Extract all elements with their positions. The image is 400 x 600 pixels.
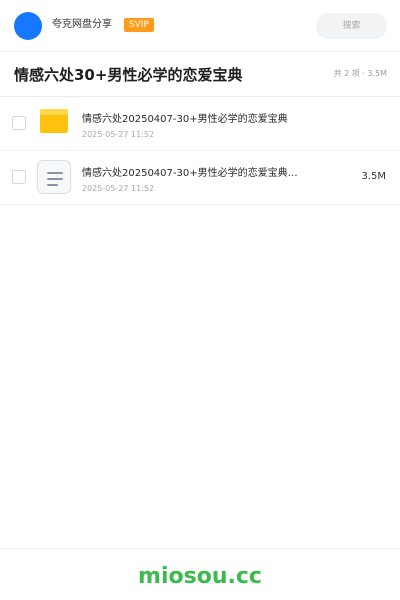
site-logo[interactable]: miosou.cc [0, 563, 400, 591]
footer: miosou.cc [0, 548, 400, 600]
share-title-bar: 情感六处30+男性必学的恋爱宝典 共 2 项 · 3.5M [0, 52, 400, 97]
doc-line-shape [47, 184, 58, 186]
list-item[interactable]: 情感六处20250407-30+男性必学的恋爱宝典 2025-05-27 11:… [0, 97, 400, 151]
document-icon [37, 160, 71, 194]
file-date: 2025-05-27 11:52 [82, 130, 155, 139]
list-item[interactable]: 情感六处20250407-30+男性必学的恋爱宝典… 2025-05-27 11… [0, 151, 400, 205]
page-title: 情感六处30+男性必学的恋爱宝典 [14, 66, 243, 84]
brand-label: 夸克网盘分享 [52, 19, 112, 30]
share-summary: 共 2 项 · 3.5M [333, 69, 387, 78]
top-bar: 夸克网盘分享 SVIP [0, 0, 400, 52]
row-checkbox[interactable] [12, 116, 26, 130]
avatar[interactable] [14, 12, 42, 40]
doc-line-shape [47, 178, 63, 180]
svip-badge: SVIP [124, 18, 154, 32]
file-name[interactable]: 情感六处20250407-30+男性必学的恋爱宝典 [82, 113, 310, 127]
doc-line-shape [47, 172, 63, 174]
folder-body-shape [40, 115, 68, 133]
search-input[interactable] [316, 13, 387, 39]
file-date: 2025-05-27 11:52 [82, 184, 155, 193]
file-name[interactable]: 情感六处20250407-30+男性必学的恋爱宝典… [82, 167, 310, 181]
folder-icon [40, 109, 68, 133]
file-size: 3.5M [361, 171, 386, 182]
row-checkbox[interactable] [12, 170, 26, 184]
